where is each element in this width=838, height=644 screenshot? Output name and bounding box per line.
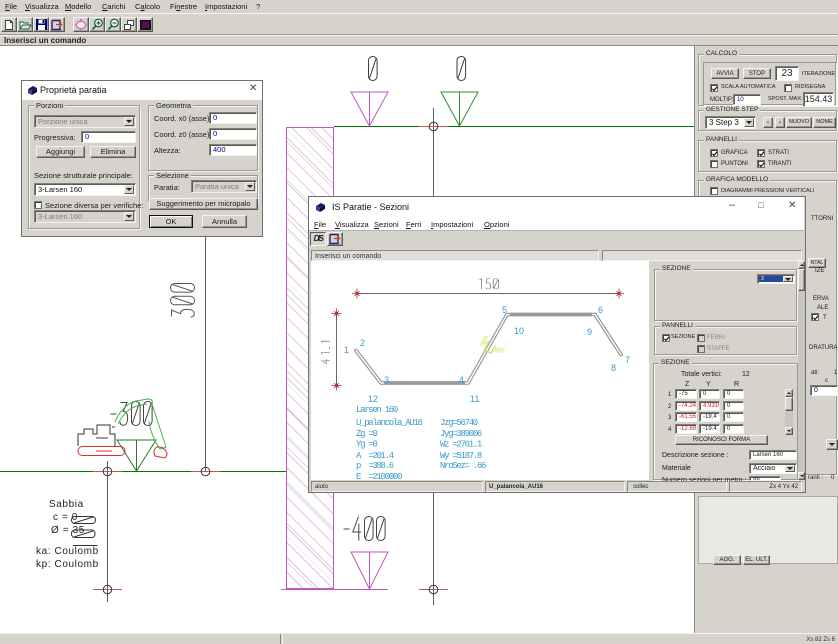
svg-text:6: 6: [598, 305, 603, 315]
svg-text:c = 0: c = 0: [53, 512, 78, 523]
svg-text:Yg =0: Yg =0: [356, 440, 377, 450]
svg-text:p =388.6: p =388.6: [356, 461, 394, 471]
svg-text:Wz =2761.1: Wz =2761.1: [440, 440, 482, 450]
svg-text:Larsen 160: Larsen 160: [356, 405, 398, 415]
svg-text:1: 1: [344, 345, 349, 355]
svg-text:7: 7: [625, 355, 630, 365]
svg-text:8: 8: [611, 363, 616, 373]
svg-text:U_palancola_AU16: U_palancola_AU16: [356, 418, 423, 428]
svg-text:kp: Coulomb: kp: Coulomb: [36, 559, 99, 570]
svg-text:Zg =0: Zg =0: [356, 429, 377, 439]
svg-text:9: 9: [587, 327, 592, 337]
svg-text:10: 10: [514, 326, 524, 336]
svg-text:2: 2: [360, 338, 365, 348]
svg-text:5: 5: [502, 305, 507, 315]
svg-text:A =201.4: A =201.4: [356, 451, 394, 461]
svg-text:E =2100000: E =2100000: [356, 472, 402, 480]
svg-text:Wy =5187.8: Wy =5187.8: [440, 451, 482, 461]
svg-text:Jyg=389006: Jyg=389006: [440, 429, 482, 439]
svg-text:Jzg=56740: Jzg=56740: [440, 418, 478, 428]
svg-text:11: 11: [470, 394, 479, 404]
svg-text:Sabbia: Sabbia: [49, 499, 84, 510]
svg-text:4: 4: [459, 375, 464, 385]
svg-text:3: 3: [384, 375, 389, 385]
svg-text:NroSez= .66: NroSez= .66: [440, 461, 486, 471]
svg-text:ka: Coulomb: ka: Coulomb: [36, 546, 99, 557]
svg-text:12: 12: [368, 394, 378, 404]
